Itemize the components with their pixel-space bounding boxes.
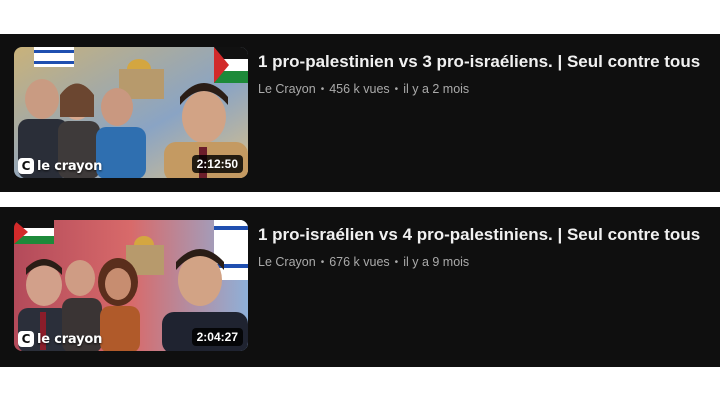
video-info: 1 pro-israélien vs 4 pro-palestiniens. |…: [258, 224, 718, 269]
upload-age: il y a 2 mois: [403, 82, 470, 96]
channel-watermark-text: le crayon: [37, 158, 103, 174]
channel-watermark: C le crayon: [18, 331, 102, 347]
meta-separator: •: [394, 83, 399, 95]
view-count: 676 k vues: [329, 255, 390, 269]
channel-logo-icon: C: [18, 158, 34, 174]
video-meta: Le Crayon • 456 k vues • il y a 2 mois: [258, 82, 718, 96]
channel-name[interactable]: Le Crayon: [258, 82, 316, 96]
video-title[interactable]: 1 pro-israélien vs 4 pro-palestiniens. |…: [258, 224, 718, 246]
channel-logo-icon: C: [18, 331, 34, 347]
meta-separator: •: [320, 83, 325, 95]
duration-badge: 2:04:27: [191, 328, 243, 346]
duration-badge: 2:12:50: [191, 155, 243, 173]
meta-separator: •: [320, 256, 325, 268]
video-thumbnail[interactable]: C le crayon 2:12:50: [14, 47, 248, 178]
video-thumbnail[interactable]: C le crayon 2:04:27: [14, 220, 248, 351]
video-title[interactable]: 1 pro-palestinien vs 3 pro-israéliens. |…: [258, 51, 718, 73]
video-meta: Le Crayon • 676 k vues • il y a 9 mois: [258, 255, 718, 269]
channel-watermark: C le crayon: [18, 158, 102, 174]
meta-separator: •: [394, 256, 399, 268]
channel-watermark-text: le crayon: [37, 331, 103, 347]
channel-name[interactable]: Le Crayon: [258, 255, 316, 269]
video-info: 1 pro-palestinien vs 3 pro-israéliens. |…: [258, 51, 718, 96]
view-count: 456 k vues: [329, 82, 390, 96]
upload-age: il y a 9 mois: [403, 255, 470, 269]
video-card[interactable]: C le crayon 2:04:27 1 pro-israélien vs 4…: [0, 207, 720, 367]
video-card[interactable]: C le crayon 2:12:50 1 pro-palestinien vs…: [0, 34, 720, 192]
